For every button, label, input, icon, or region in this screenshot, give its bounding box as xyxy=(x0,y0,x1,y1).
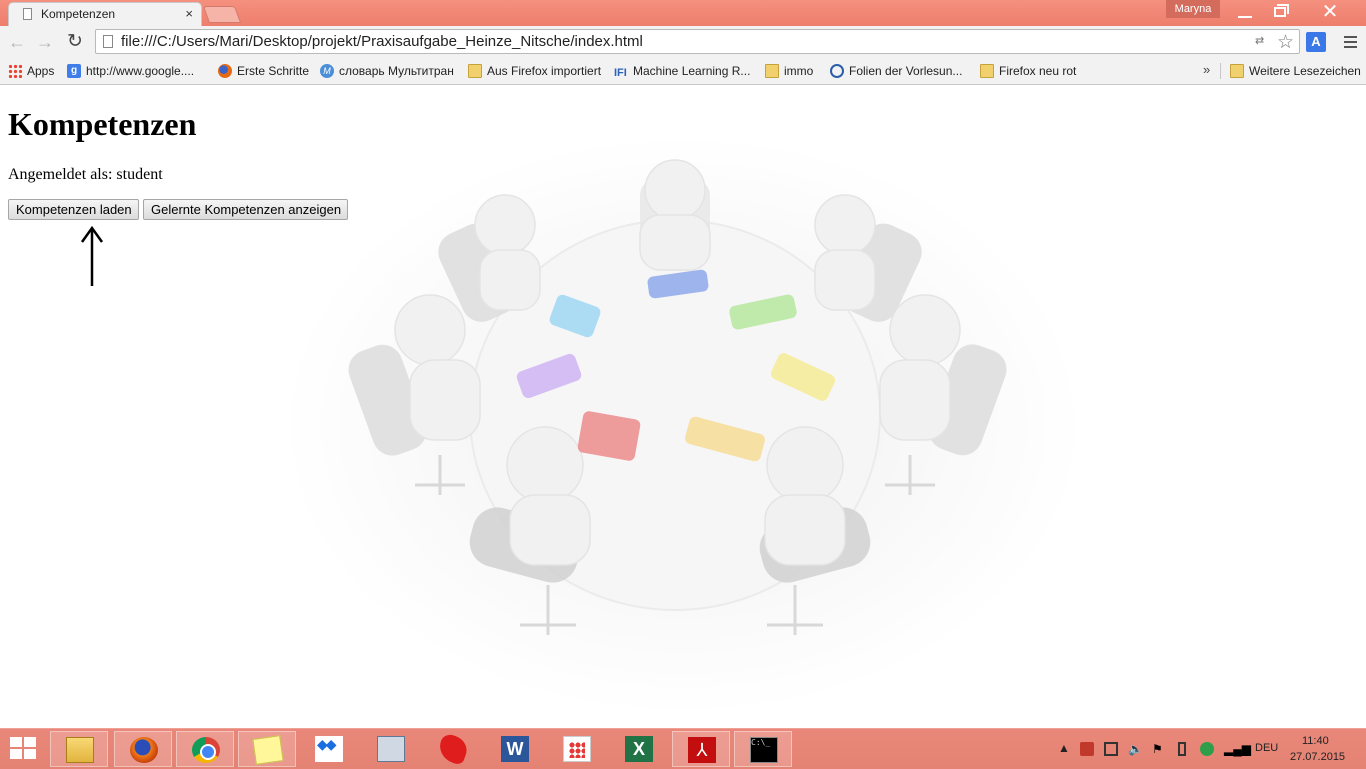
browser-toolbar: ← → ↻ file:///C:/Users/Mari/Desktop/proj… xyxy=(0,26,1366,58)
folder-icon xyxy=(765,63,779,78)
taskbar-dropbox[interactable] xyxy=(300,731,358,767)
chrome-icon xyxy=(192,737,220,763)
tab-title: Kompetenzen xyxy=(41,7,116,21)
bookmark-folder-weitere[interactable]: Weitere Lesezeichen xyxy=(1230,62,1361,80)
bookmark-star-icon[interactable]: ☆ xyxy=(1277,31,1294,54)
battery-icon[interactable] xyxy=(1178,742,1186,756)
folder-icon xyxy=(980,63,994,78)
taskbar-sticky-notes[interactable] xyxy=(238,731,296,767)
action-center-flag-icon[interactable]: ⚑ xyxy=(1152,742,1166,756)
taskbar-excel[interactable]: X xyxy=(610,731,668,767)
taskbar-splat-app[interactable] xyxy=(424,731,482,767)
acrobat-tray-icon[interactable] xyxy=(1080,742,1094,756)
sync-status-icon[interactable] xyxy=(1200,742,1214,756)
bookmark-folien[interactable]: Folien der Vorlesun... xyxy=(830,62,962,80)
annotation-arrow-icon xyxy=(80,225,104,286)
bookmark-machine-learning[interactable]: IFI Machine Learning R... xyxy=(614,62,750,80)
clock-date[interactable]: 27.07.2015 xyxy=(1290,751,1345,763)
dropbox-icon xyxy=(315,736,343,762)
windows-tray-icon[interactable] xyxy=(1104,742,1118,756)
page-icon xyxy=(23,8,32,20)
show-learned-competencies-button[interactable]: Gelernte Kompetenzen anzeigen xyxy=(143,199,348,220)
word-icon: W xyxy=(501,736,529,762)
menu-icon[interactable] xyxy=(1340,33,1360,51)
page-title: Kompetenzen xyxy=(8,106,197,142)
taskbar-acrobat[interactable]: ⅄ xyxy=(672,731,730,767)
volume-icon[interactable]: 🔈 xyxy=(1128,742,1143,756)
ifi-icon: IFI xyxy=(614,66,627,79)
firefox-icon xyxy=(218,63,232,78)
taskbar-calculator[interactable] xyxy=(362,731,420,767)
window-titlebar: Kompetenzen × Maryna ✕ xyxy=(0,0,1366,26)
translate-extension-icon[interactable]: A xyxy=(1306,32,1326,52)
browser-tab[interactable]: Kompetenzen × xyxy=(8,2,202,26)
page-icon xyxy=(103,35,113,48)
taskbar-cmd[interactable]: C:\_ xyxy=(734,731,792,767)
forward-button[interactable]: → xyxy=(34,31,56,53)
bookmarks-bar: Apps g http://www.google.... Erste Schrit… xyxy=(0,58,1366,85)
more-bookmarks-chevron[interactable]: » xyxy=(1203,62,1210,77)
taskbar-word[interactable]: W xyxy=(486,731,544,767)
file-explorer-icon xyxy=(66,737,94,763)
excel-icon: X xyxy=(625,736,653,762)
firefox-icon xyxy=(130,737,158,763)
network-signal-icon[interactable]: ▂▄▆ xyxy=(1224,742,1251,756)
bookmark-erste-schritte[interactable]: Erste Schritte xyxy=(218,62,309,80)
translate-icon[interactable]: ⇄ xyxy=(1255,34,1269,48)
new-tab-button[interactable] xyxy=(202,6,242,23)
bookmarks-divider xyxy=(1220,63,1221,79)
folder-icon xyxy=(468,63,482,78)
cmd-icon: C:\_ xyxy=(750,737,778,763)
close-tab-icon[interactable]: × xyxy=(185,6,193,21)
folder-icon xyxy=(1230,63,1244,78)
windows-taskbar: W X ⅄ C:\_ ▲ 🔈 ⚑ ▂▄▆ DEU 11:40 27.07.201… xyxy=(0,728,1366,769)
bookmark-folder-immo[interactable]: immo xyxy=(765,62,813,80)
taskbar-firefox[interactable] xyxy=(114,731,172,767)
back-button[interactable]: ← xyxy=(6,31,28,53)
minimize-button[interactable] xyxy=(1231,2,1259,22)
clock-time[interactable]: 11:40 xyxy=(1302,735,1329,747)
folien-icon xyxy=(830,63,844,78)
page-viewport: Kompetenzen Angemeldet als: student Komp… xyxy=(0,85,1366,728)
calculator-icon xyxy=(377,736,405,762)
bookmark-google[interactable]: g http://www.google.... xyxy=(67,62,194,80)
language-indicator[interactable]: DEU xyxy=(1255,742,1278,754)
apps-grid-icon xyxy=(8,63,22,78)
logged-in-as-text: Angemeldet als: student xyxy=(8,166,163,183)
bookmark-folder-firefox-import[interactable]: Aus Firefox importiert xyxy=(468,62,601,80)
maximize-button[interactable] xyxy=(1267,2,1295,22)
background-illustration xyxy=(283,135,1083,715)
google-icon: g xyxy=(67,63,81,78)
taskbar-app-grid[interactable] xyxy=(548,731,606,767)
bookmark-apps[interactable]: Apps xyxy=(8,62,54,80)
bookmark-multitran[interactable]: Mсловарь Мультитран xyxy=(320,62,454,80)
sticky-notes-icon xyxy=(252,735,284,765)
app-grid-icon xyxy=(563,736,591,762)
url-text[interactable]: file:///C:/Users/Mari/Desktop/projekt/Pr… xyxy=(121,33,643,50)
acrobat-icon: ⅄ xyxy=(688,737,716,763)
bookmark-folder-firefox-neu-rot[interactable]: Firefox neu rot xyxy=(980,62,1076,80)
reload-button[interactable]: ↻ xyxy=(64,31,86,53)
load-competencies-button[interactable]: Kompetenzen laden xyxy=(8,199,139,220)
show-hidden-icons-button[interactable]: ▲ xyxy=(1058,741,1070,755)
address-bar[interactable]: file:///C:/Users/Mari/Desktop/projekt/Pr… xyxy=(95,29,1300,54)
taskbar-chrome[interactable] xyxy=(176,731,234,767)
profile-badge[interactable]: Maryna xyxy=(1166,0,1220,18)
taskbar-explorer[interactable] xyxy=(50,731,108,767)
splat-icon xyxy=(435,731,471,767)
multitran-icon: M xyxy=(320,63,334,78)
start-button[interactable] xyxy=(10,737,38,761)
close-window-button[interactable]: ✕ xyxy=(1316,2,1344,22)
